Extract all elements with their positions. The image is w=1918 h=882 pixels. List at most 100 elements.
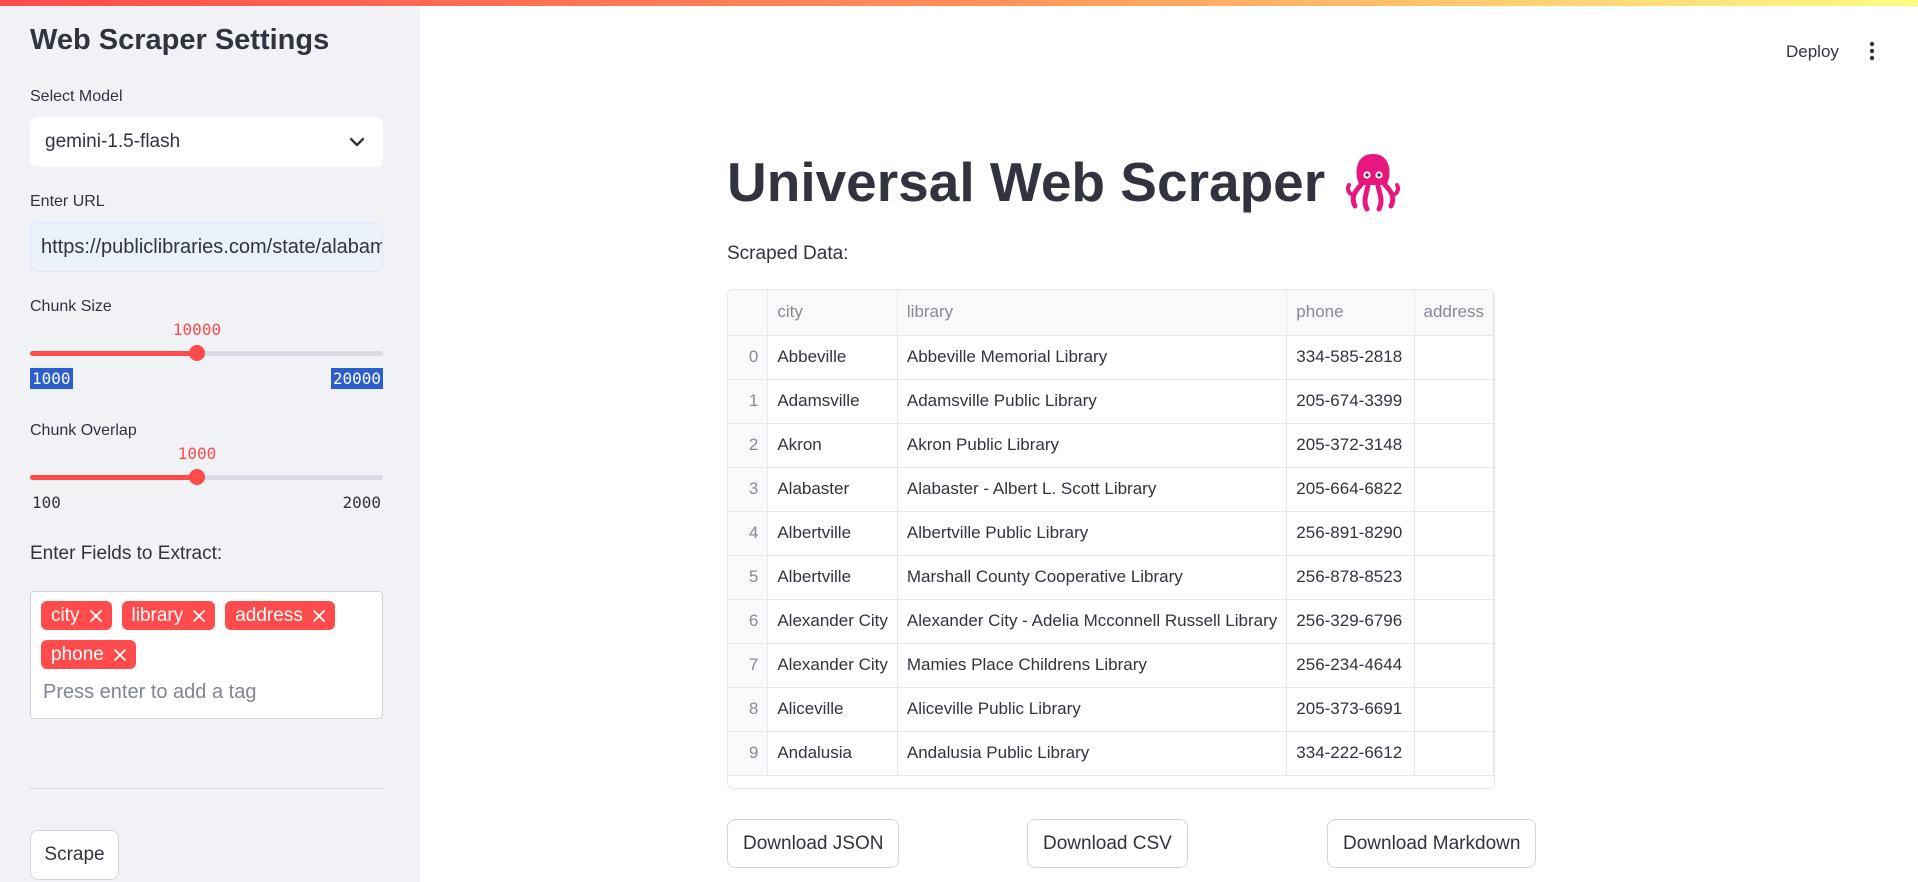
kebab-menu-icon[interactable] xyxy=(1862,40,1882,62)
data-table[interactable]: city library phone address 0 Abbeville Abb… xyxy=(727,289,1495,789)
field-tag[interactable]: city xyxy=(41,601,112,630)
download-json-button[interactable]: Download JSON xyxy=(727,819,900,868)
fields-label: Enter Fields to Extract: xyxy=(30,543,223,564)
page-title-text: Universal Web Scraper xyxy=(727,151,1326,213)
field-tag[interactable]: library xyxy=(121,601,216,630)
cell-library[interactable]: Akron Public Library xyxy=(897,423,1288,468)
cell-address[interactable] xyxy=(1414,599,1494,644)
table-row[interactable]: 6 Alexander City Alexander City - Adelia M… xyxy=(728,599,1494,644)
cell-library[interactable]: Marshall County Cooperative Library xyxy=(897,555,1288,600)
cell-library[interactable]: Aliceville Public Library xyxy=(897,687,1288,732)
cell-address[interactable] xyxy=(1414,379,1494,424)
cell-library[interactable]: Adamsville Public Library xyxy=(897,379,1288,424)
cell-phone[interactable]: 334-222-6612 xyxy=(1286,731,1415,776)
row-index: 3 xyxy=(728,467,769,512)
close-icon[interactable] xyxy=(112,647,128,663)
column-header-phone[interactable]: phone xyxy=(1286,290,1415,336)
table-row[interactable]: 7 Alexander City Mamies Place Childrens Li… xyxy=(728,643,1494,688)
table-row[interactable]: 2 Akron Akron Public Library 205-372-3148 xyxy=(728,423,1494,468)
cell-library[interactable]: Abbeville Memorial Library xyxy=(897,335,1288,380)
page-title: Universal Web Scraper xyxy=(727,150,1401,214)
cell-address[interactable] xyxy=(1414,555,1494,600)
field-tag-label: library xyxy=(131,604,184,626)
column-header-library[interactable]: library xyxy=(897,290,1288,336)
cell-address[interactable] xyxy=(1414,335,1494,380)
cell-city[interactable]: Alabaster xyxy=(767,467,898,512)
cell-city[interactable]: Abbeville xyxy=(767,335,898,380)
tag-input-placeholder[interactable]: Press enter to add a tag xyxy=(41,681,372,704)
cell-address[interactable] xyxy=(1414,687,1494,732)
column-header-city[interactable]: city xyxy=(767,290,898,336)
cell-city[interactable]: Albertville xyxy=(767,511,898,556)
cell-phone[interactable]: 256-234-4644 xyxy=(1286,643,1415,688)
slider-max-label: 20000 xyxy=(330,368,383,389)
row-index: 5 xyxy=(728,555,769,600)
row-index: 4 xyxy=(728,511,769,556)
deploy-button[interactable]: Deploy xyxy=(1786,42,1839,62)
cell-address[interactable] xyxy=(1414,467,1494,512)
cell-address[interactable] xyxy=(1414,511,1494,556)
cell-city[interactable]: Albertville xyxy=(767,555,898,600)
field-tag[interactable]: phone xyxy=(41,640,136,669)
slider-thumb[interactable] xyxy=(189,469,205,485)
row-index: 9 xyxy=(728,731,769,776)
cell-library[interactable]: Alexander City - Adelia Mcconnell Russel… xyxy=(897,599,1288,644)
cell-phone[interactable]: 256-878-8523 xyxy=(1286,555,1415,600)
cell-phone[interactable]: 205-372-3148 xyxy=(1286,423,1415,468)
row-index: 6 xyxy=(728,599,769,644)
row-index: 1 xyxy=(728,379,769,424)
cell-phone[interactable]: 256-891-8290 xyxy=(1286,511,1415,556)
cell-city[interactable]: Andalusia xyxy=(767,731,898,776)
cell-city[interactable]: Alexander City xyxy=(767,643,898,688)
model-select-value: gemini-1.5-flash xyxy=(45,131,181,152)
row-index: 2 xyxy=(728,423,769,468)
cell-library[interactable]: Alabaster - Albert L. Scott Library xyxy=(897,467,1288,512)
slider-fill xyxy=(30,475,197,480)
download-markdown-button[interactable]: Download Markdown xyxy=(1327,819,1537,868)
cell-phone[interactable]: 205-674-3399 xyxy=(1286,379,1415,424)
cell-city[interactable]: Adamsville xyxy=(767,379,898,424)
cell-phone[interactable]: 256-329-6796 xyxy=(1286,599,1415,644)
cell-city[interactable]: Alexander City xyxy=(767,599,898,644)
slider-min-label: 100 xyxy=(32,493,61,512)
slider-thumb[interactable] xyxy=(189,345,205,361)
cell-library[interactable]: Andalusia Public Library xyxy=(897,731,1288,776)
cell-address[interactable] xyxy=(1414,731,1494,776)
cell-city[interactable]: Aliceville xyxy=(767,687,898,732)
row-index: 0 xyxy=(728,335,769,380)
column-header-address[interactable]: address xyxy=(1414,290,1494,336)
field-tag-label: address xyxy=(235,604,303,626)
slider-current-value: 1000 xyxy=(177,444,217,463)
cell-city[interactable]: Akron xyxy=(767,423,898,468)
index-column-header xyxy=(728,290,769,336)
cell-phone[interactable]: 334-585-2818 xyxy=(1286,335,1415,380)
cell-phone[interactable]: 205-664-6822 xyxy=(1286,467,1415,512)
cell-phone[interactable]: 205-373-6691 xyxy=(1286,687,1415,732)
enter-url-label: Enter URL xyxy=(30,193,105,210)
table-row[interactable]: 8 Aliceville Aliceville Public Library 205-… xyxy=(728,687,1494,732)
close-icon[interactable] xyxy=(88,608,104,624)
chunk-size-label: Chunk Size xyxy=(30,298,112,315)
close-icon[interactable] xyxy=(311,608,327,624)
cell-library[interactable]: Albertville Public Library xyxy=(897,511,1288,556)
scrape-button[interactable]: Scrape xyxy=(30,830,119,880)
table-row[interactable]: 5 Albertville Marshall County Cooperative … xyxy=(728,555,1494,600)
select-model-label: Select Model xyxy=(30,88,123,105)
download-csv-button[interactable]: Download CSV xyxy=(1027,819,1188,868)
slider-fill xyxy=(30,351,197,356)
table-row[interactable]: 4 Albertville Albertville Public Library 25… xyxy=(728,511,1494,556)
cell-address[interactable] xyxy=(1414,423,1494,468)
fields-tag-input[interactable]: city library address phone Press enter to a… xyxy=(30,591,383,719)
table-row[interactable]: 9 Andalusia Andalusia Public Library 334-22… xyxy=(728,731,1494,776)
cell-address[interactable] xyxy=(1414,643,1494,688)
close-icon[interactable] xyxy=(191,608,207,624)
model-select[interactable]: gemini-1.5-flash xyxy=(30,117,383,167)
table-row[interactable]: 0 Abbeville Abbeville Memorial Library 334-… xyxy=(728,335,1494,380)
field-tag-label: city xyxy=(51,604,80,626)
slider-max-label: 2000 xyxy=(342,493,381,512)
cell-library[interactable]: Mamies Place Childrens Library xyxy=(897,643,1288,688)
field-tag[interactable]: address xyxy=(225,601,335,630)
table-row[interactable]: 1 Adamsville Adamsville Public Library 205-… xyxy=(728,379,1494,424)
url-input[interactable]: https://publiclibraries.com/state/alabam… xyxy=(30,222,383,272)
table-row[interactable]: 3 Alabaster Alabaster - Albert L. Scott Li… xyxy=(728,467,1494,512)
